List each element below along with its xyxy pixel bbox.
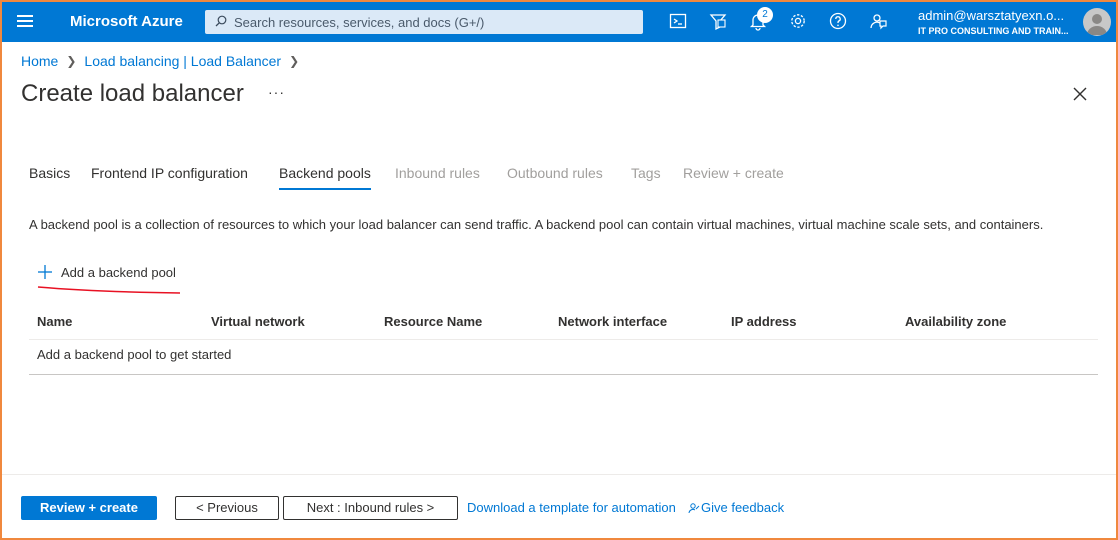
column-header-resource-name: Resource Name xyxy=(384,314,483,329)
more-options-icon[interactable]: ··· xyxy=(268,84,285,100)
account-org: IT PRO CONSULTING AND TRAIN... xyxy=(918,26,1069,36)
add-backend-pool-button[interactable]: Add a backend pool xyxy=(37,262,176,282)
global-search-input[interactable]: Search resources, services, and docs (G+… xyxy=(205,10,643,34)
tab-backend-pools[interactable]: Backend pools xyxy=(279,165,371,190)
column-header-availability-zone: Availability zone xyxy=(905,314,1007,329)
breadcrumb: Home ❯ Load balancing | Load Balancer ❯ xyxy=(21,53,307,69)
plus-icon xyxy=(38,265,52,279)
menu-icon[interactable] xyxy=(14,12,36,30)
breadcrumb-load-balancing[interactable]: Load balancing | Load Balancer xyxy=(84,53,281,69)
help-icon[interactable] xyxy=(828,11,848,31)
review-create-button[interactable]: Review + create xyxy=(21,496,157,520)
account-email: admin@warsztatyexn.o... xyxy=(918,8,1065,23)
breadcrumb-home[interactable]: Home xyxy=(21,53,58,69)
column-header-network-interface: Network interface xyxy=(558,314,668,329)
tab-basics[interactable]: Basics xyxy=(29,165,70,181)
feedback-person-icon xyxy=(688,502,700,513)
tab-frontend-ip-configuration[interactable]: Frontend IP configuration xyxy=(91,165,248,181)
backend-pool-description: A backend pool is a collection of resour… xyxy=(29,217,1044,232)
top-bar: Microsoft Azure Search resources, servic… xyxy=(0,0,1118,42)
column-header-ip-address: IP address xyxy=(731,314,797,329)
feedback-icon[interactable] xyxy=(868,11,888,31)
backend-pool-table-header: Name Virtual network Resource Name Netwo… xyxy=(29,306,1098,340)
avatar[interactable] xyxy=(1083,8,1111,36)
tab-tags[interactable]: Tags xyxy=(631,165,661,181)
page-title: Create load balancer xyxy=(21,80,244,107)
chevron-right-icon: ❯ xyxy=(289,54,300,68)
chevron-right-icon: ❯ xyxy=(66,54,77,68)
table-row: Add a backend pool to get started xyxy=(29,340,1098,375)
annotation-underline xyxy=(37,286,181,294)
tab-review-create[interactable]: Review + create xyxy=(683,165,784,181)
notification-count-badge: 2 xyxy=(757,7,773,23)
brand-name[interactable]: Microsoft Azure xyxy=(70,13,183,30)
account-menu[interactable]: admin@warsztatyexn.o... IT PRO CONSULTIN… xyxy=(918,8,1078,36)
directory-filter-icon[interactable] xyxy=(708,11,728,31)
download-template-link[interactable]: Download a template for automation xyxy=(467,500,676,515)
column-header-virtual-network: Virtual network xyxy=(211,314,305,329)
tab-outbound-rules[interactable]: Outbound rules xyxy=(507,165,603,181)
next-inbound-rules-button[interactable]: Next : Inbound rules > xyxy=(283,496,458,520)
add-backend-pool-label: Add a backend pool xyxy=(61,264,176,280)
previous-button[interactable]: < Previous xyxy=(175,496,279,520)
column-header-name: Name xyxy=(37,314,73,329)
cloud-shell-icon[interactable] xyxy=(668,11,688,31)
give-feedback-label: Give feedback xyxy=(701,500,785,515)
give-feedback-link[interactable]: Give feedback xyxy=(688,500,784,515)
tab-inbound-rules[interactable]: Inbound rules xyxy=(395,165,480,181)
wizard-footer: Review + create < Previous Next : Inboun… xyxy=(0,474,1118,540)
empty-table-message: Add a backend pool to get started xyxy=(37,347,232,362)
close-icon[interactable] xyxy=(1072,86,1088,102)
gear-icon[interactable] xyxy=(788,11,808,31)
search-placeholder: Search resources, services, and docs (G+… xyxy=(234,15,485,30)
search-icon xyxy=(215,15,227,27)
